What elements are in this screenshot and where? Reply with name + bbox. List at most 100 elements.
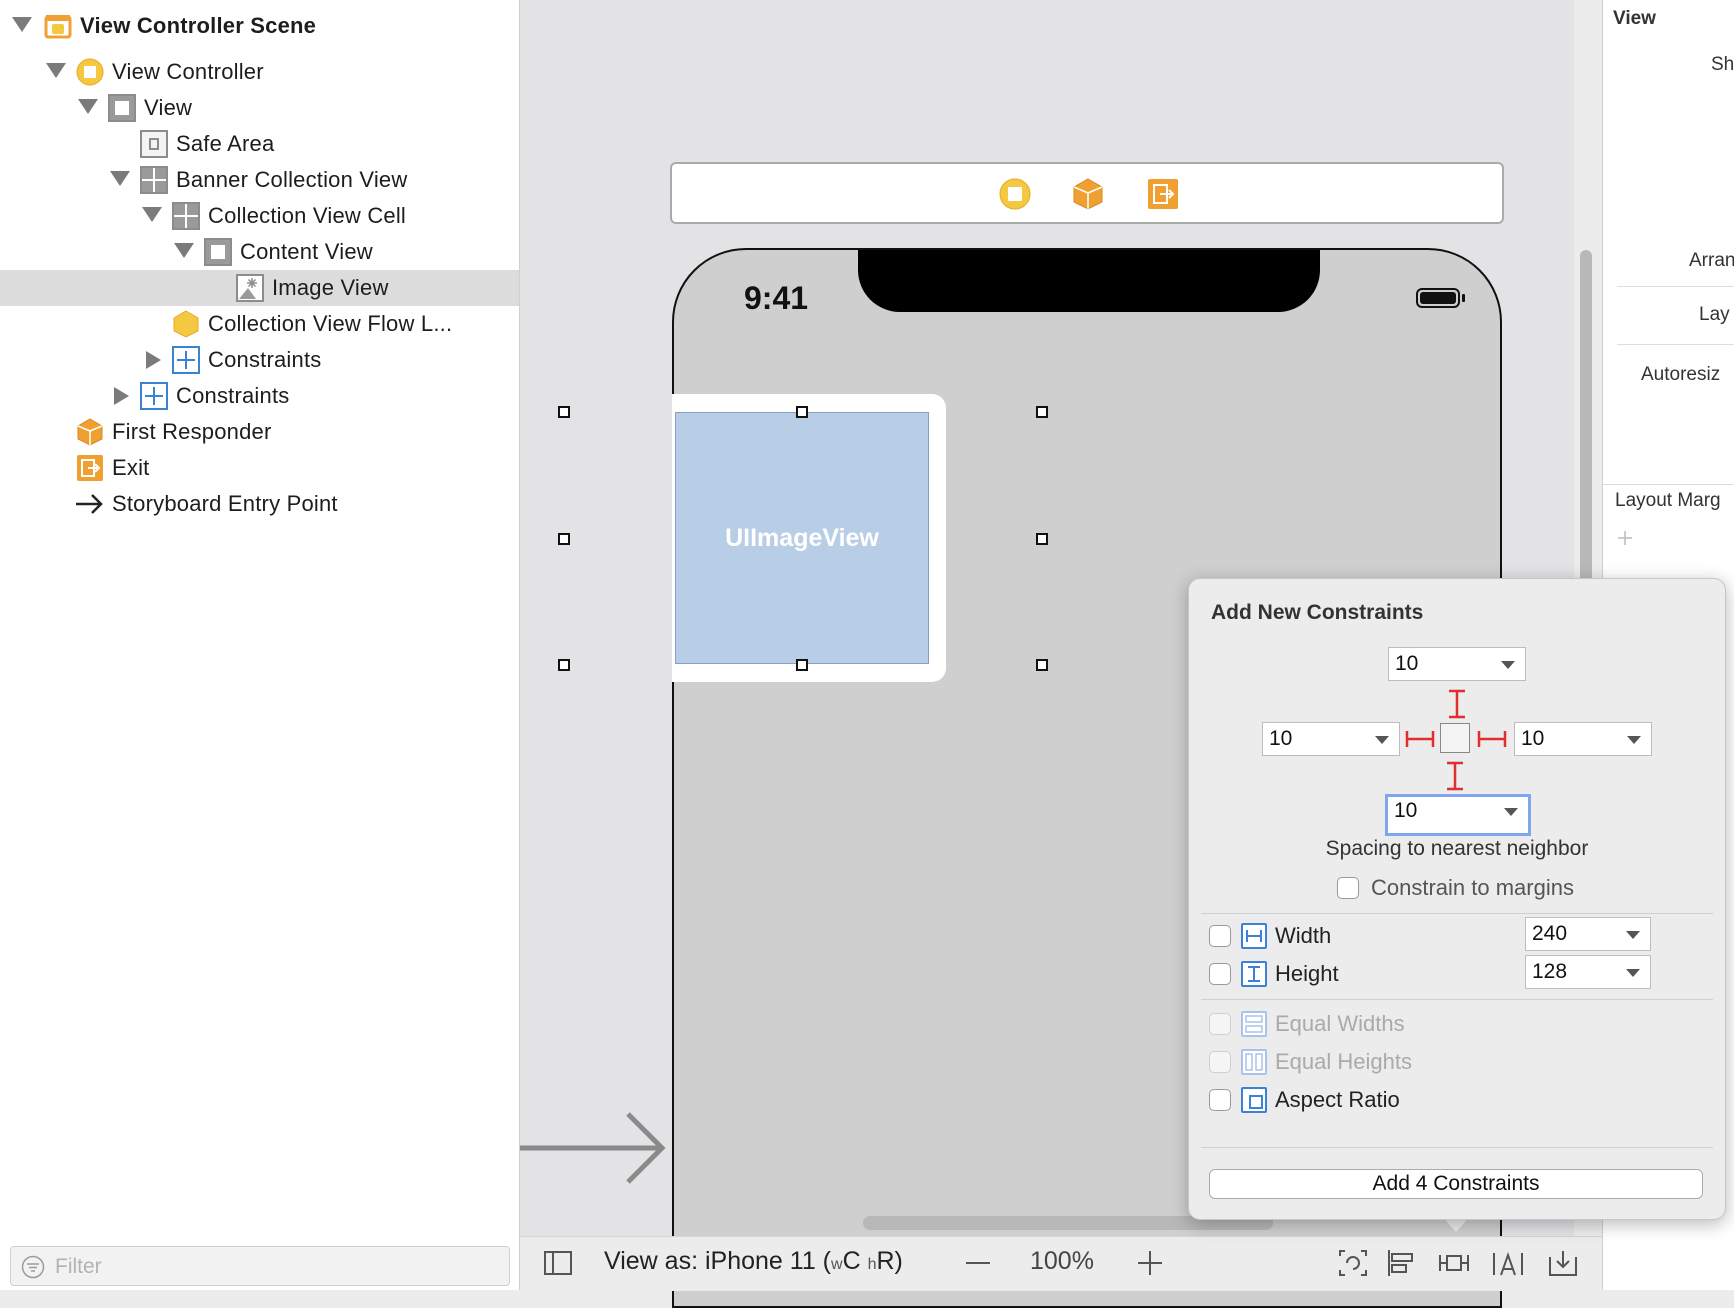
outline-item-safe-area[interactable]: Safe Area: [0, 126, 519, 162]
leading-constraint-toggle-icon[interactable]: [1405, 727, 1435, 756]
outline-item-view[interactable]: View: [0, 90, 519, 126]
view-as-label: View as: iPhone 11 (: [604, 1247, 831, 1275]
resize-handle[interactable]: [1036, 659, 1048, 671]
resolve-issues-icon[interactable]: [1492, 1249, 1524, 1282]
inspector-label-layout: Lay: [1699, 304, 1730, 325]
chevron-down-icon[interactable]: [1504, 808, 1518, 816]
outline-item-label: First Responder: [112, 419, 272, 444]
resize-handle[interactable]: [558, 659, 570, 671]
outline-item-collection-view-cell[interactable]: Collection View Cell: [0, 198, 519, 234]
leading-spacing-field[interactable]: 10: [1262, 722, 1400, 756]
bottom-constraint-toggle-icon[interactable]: [1443, 761, 1467, 796]
disclosure-down-icon[interactable]: [142, 207, 162, 222]
disclosure-down-icon[interactable]: [110, 171, 130, 186]
divider: [1201, 1147, 1713, 1148]
aspect-ratio-checkbox[interactable]: [1209, 1089, 1231, 1111]
outline-item-view-controller[interactable]: View Controller: [0, 54, 519, 90]
device-selector[interactable]: View as: iPhone 11 (wC hR): [604, 1247, 903, 1276]
update-frames-icon[interactable]: [1338, 1249, 1368, 1282]
trailing-spacing-field[interactable]: 10: [1514, 722, 1652, 756]
zoom-in-icon[interactable]: [1136, 1249, 1164, 1282]
width-checkbox[interactable]: [1209, 925, 1231, 947]
divider: [1617, 344, 1734, 345]
outline-item-label: Collection View Flow L...: [208, 311, 453, 336]
size-class-c: C: [842, 1247, 861, 1275]
disclosure-down-icon[interactable]: [46, 63, 66, 78]
resize-handle[interactable]: [558, 406, 570, 418]
inspector-label-arrange: Arran: [1689, 250, 1734, 271]
disclosure-right-icon[interactable]: [114, 387, 129, 405]
outline-item-storyboard-entry-point[interactable]: Storyboard Entry Point: [0, 486, 519, 522]
filter-field[interactable]: Filter: [10, 1246, 510, 1286]
image-view[interactable]: UIImageView: [675, 412, 929, 664]
top-spacing-field[interactable]: 10: [1388, 647, 1526, 681]
view-controller-icon[interactable]: [999, 178, 1031, 215]
exit-icon: [76, 454, 104, 482]
device-notch: [858, 250, 1320, 312]
constrain-margins-checkbox[interactable]: [1337, 877, 1359, 899]
disclosure-down-icon[interactable]: [12, 17, 32, 32]
plus-icon[interactable]: [1617, 530, 1633, 551]
outline-item-banner-collection-view[interactable]: Banner Collection View: [0, 162, 519, 198]
outline-item-label: View Controller: [112, 59, 264, 84]
outline-item-flow-layout[interactable]: Collection View Flow L...: [0, 306, 519, 342]
outline-item-first-responder[interactable]: First Responder: [0, 414, 519, 450]
view-controller-icon: [76, 58, 104, 86]
resize-handle[interactable]: [796, 659, 808, 671]
outline-item-constraints-outer[interactable]: Constraints: [0, 378, 519, 414]
height-value: 128: [1532, 960, 1568, 983]
first-responder-icon[interactable]: [1072, 178, 1104, 215]
resize-handle[interactable]: [1036, 533, 1048, 545]
vertical-scrollbar[interactable]: [1580, 250, 1592, 600]
exit-icon[interactable]: [1147, 178, 1179, 215]
outline-item-image-view[interactable]: Image View: [0, 270, 519, 306]
toggle-outline-icon[interactable]: [544, 1251, 572, 1280]
outline-item-exit[interactable]: Exit: [0, 450, 519, 486]
height-value-field[interactable]: 128: [1525, 955, 1651, 989]
chevron-down-icon[interactable]: [1375, 736, 1389, 744]
equal-widths-checkbox[interactable]: [1209, 1013, 1231, 1035]
aspect-ratio-label: Aspect Ratio: [1275, 1087, 1400, 1112]
size-class-w: w: [831, 1256, 843, 1273]
image-view-placeholder-label: UIImageView: [725, 523, 879, 552]
outline-item-view-controller-scene[interactable]: View Controller Scene: [0, 8, 519, 44]
view-icon: [108, 94, 136, 122]
trailing-spacing-value: 10: [1521, 727, 1545, 750]
equal-heights-checkbox[interactable]: [1209, 1051, 1231, 1073]
bottom-spacing-value: 10: [1394, 799, 1418, 822]
height-checkbox[interactable]: [1209, 963, 1231, 985]
equal-heights-icon: [1241, 1049, 1267, 1075]
scene-dock[interactable]: [670, 162, 1504, 224]
zoom-out-icon[interactable]: [964, 1249, 992, 1282]
disclosure-down-icon[interactable]: [78, 99, 98, 114]
size-class-r: R: [876, 1247, 895, 1275]
battery-tip: [1462, 294, 1465, 302]
top-constraint-toggle-icon[interactable]: [1445, 689, 1469, 724]
entry-point-arrow-icon[interactable]: [520, 1108, 670, 1193]
add-constraints-popover: Add New Constraints 10 10 10 10 Spacing …: [1188, 578, 1726, 1220]
embed-in-icon[interactable]: [1548, 1249, 1578, 1282]
chevron-down-icon[interactable]: [1501, 661, 1515, 669]
outline-item-content-view[interactable]: Content View: [0, 234, 519, 270]
disclosure-down-icon[interactable]: [174, 243, 194, 258]
zoom-level: 100%: [1030, 1247, 1094, 1275]
add-constraints-icon[interactable]: [1438, 1249, 1470, 1282]
disclosure-right-icon[interactable]: [146, 351, 161, 369]
first-responder-icon: [76, 418, 104, 446]
chevron-down-icon[interactable]: [1626, 969, 1640, 977]
resize-handle[interactable]: [796, 406, 808, 418]
chevron-down-icon[interactable]: [1626, 931, 1640, 939]
resize-handle[interactable]: [558, 533, 570, 545]
add-constraints-button[interactable]: Add 4 Constraints: [1209, 1169, 1703, 1199]
bottom-spacing-field[interactable]: 10: [1385, 794, 1531, 836]
align-icon[interactable]: [1386, 1249, 1416, 1282]
resize-handle[interactable]: [1036, 406, 1048, 418]
equal-widths-label: Equal Widths: [1275, 1011, 1405, 1036]
filter-icon: [21, 1255, 45, 1284]
outline-item-label: Constraints: [208, 347, 322, 372]
trailing-constraint-toggle-icon[interactable]: [1477, 727, 1507, 756]
aspect-ratio-icon: [1241, 1087, 1267, 1113]
outline-item-constraints-inner[interactable]: Constraints: [0, 342, 519, 378]
width-value-field[interactable]: 240: [1525, 917, 1651, 951]
chevron-down-icon[interactable]: [1627, 736, 1641, 744]
